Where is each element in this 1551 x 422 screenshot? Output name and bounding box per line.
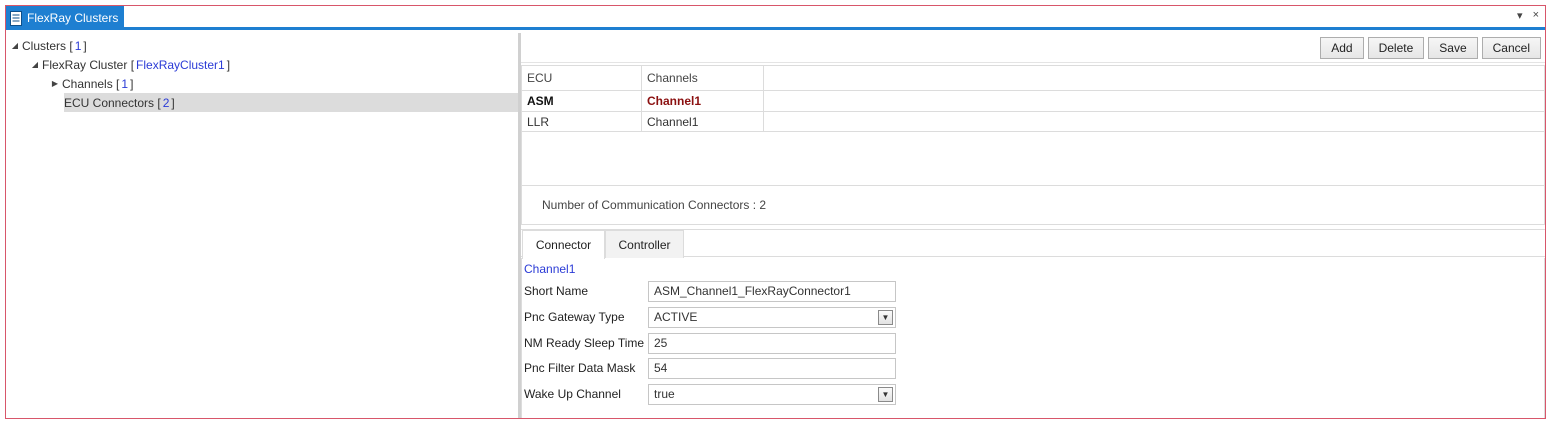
connectors-grid: ECU Channels ASM Channel1 LLR Channel1 <box>521 65 1545 187</box>
collapse-arrow-icon[interactable]: ◢ <box>28 60 42 69</box>
collapse-arrow-icon[interactable]: ◢ <box>8 41 22 50</box>
wake-up-channel-value: true <box>654 387 675 401</box>
short-name-value: ASM_Channel1_FlexRayConnector1 <box>654 284 851 298</box>
nm-ready-sleep-time-label: NM Ready Sleep Time <box>524 336 645 350</box>
cell-ecu[interactable]: LLR <box>522 112 642 131</box>
expand-arrow-icon[interactable]: ▶ <box>48 79 62 88</box>
wake-up-channel-label: Wake Up Channel <box>524 387 621 401</box>
summary-text: Number of Communication Connectors : 2 <box>542 198 767 212</box>
tree-node-bracket: ] <box>83 38 87 53</box>
close-icon[interactable]: × <box>1533 9 1539 22</box>
form-row-pnc-gateway-type: Pnc Gateway Type ACTIVE ▼ <box>524 306 896 328</box>
short-name-label: Short Name <box>524 284 589 298</box>
cell-channel[interactable]: Channel1 <box>642 91 764 111</box>
cell-filler <box>764 91 1544 111</box>
tree-node-count: 1 <box>121 76 129 91</box>
table-row[interactable]: LLR Channel1 <box>522 112 1544 132</box>
save-button[interactable]: Save <box>1428 37 1478 59</box>
details-tabs: Connector Controller <box>521 229 1545 259</box>
tree-node-channels[interactable]: ▶ Channels [ 1 ] <box>48 74 133 93</box>
form-row-nm-ready-sleep-time: NM Ready Sleep Time 25 <box>524 332 896 354</box>
table-row[interactable]: ASM Channel1 <box>522 91 1544 112</box>
pnc-gateway-type-label: Pnc Gateway Type <box>524 310 625 324</box>
pnc-gateway-type-select[interactable]: ACTIVE ▼ <box>648 306 896 328</box>
dropdown-menu-icon[interactable]: ▾ <box>1517 9 1523 22</box>
tree-node-bracket: ] <box>171 95 175 110</box>
form-row-wake-up-channel: Wake Up Channel true ▼ <box>524 383 896 405</box>
pnc-gateway-type-value: ACTIVE <box>654 310 698 324</box>
tree-node-bracket: ] <box>130 76 134 91</box>
pnc-filter-data-mask-value: 54 <box>654 361 668 375</box>
cell-filler <box>764 112 1544 131</box>
document-window: FlexRay Clusters ▾ × ◢ Clusters [ 1 ] ◢ … <box>5 5 1546 419</box>
tree-node-count: 2 <box>162 95 170 110</box>
nm-ready-sleep-time-field[interactable]: 25 <box>648 332 896 354</box>
tree-node-label: FlexRay Cluster [ <box>42 57 135 72</box>
pnc-filter-data-mask-field[interactable]: 54 <box>648 357 896 379</box>
document-tab-title: FlexRay Clusters <box>27 11 119 25</box>
chevron-down-icon[interactable]: ▼ <box>878 386 893 402</box>
window-controls: ▾ × <box>1517 9 1539 22</box>
connector-form: Channel1 Short Name ASM_Channel1_FlexRay… <box>521 258 1545 418</box>
cancel-button[interactable]: Cancel <box>1481 37 1541 59</box>
grid-header-row: ECU Channels <box>522 66 1544 91</box>
column-header-channels[interactable]: Channels <box>642 66 764 90</box>
tree-node-label: Clusters [ <box>22 38 73 53</box>
nm-ready-sleep-time-value: 25 <box>654 336 668 350</box>
short-name-field[interactable]: ASM_Channel1_FlexRayConnector1 <box>648 280 896 302</box>
toolbar: Add Delete Save Cancel <box>521 33 1545 63</box>
tree-node-label: ECU Connectors [ <box>64 95 161 110</box>
column-header-filler <box>764 66 1544 90</box>
toolbar-buttons: Add Delete Save Cancel <box>1320 37 1541 59</box>
tree-node-ecu-connectors[interactable]: ECU Connectors [ 2 ] <box>64 93 518 112</box>
tree-node-label: Channels [ <box>62 76 120 91</box>
column-header-ecu[interactable]: ECU <box>522 66 642 90</box>
cell-channel[interactable]: Channel1 <box>642 112 764 131</box>
details-panel: Add Delete Save Cancel ECU Channels ASM … <box>521 33 1545 418</box>
form-row-short-name: Short Name ASM_Channel1_FlexRayConnector… <box>524 280 896 302</box>
form-channel-header: Channel1 <box>524 262 576 276</box>
tree-node-bracket: ] <box>226 57 231 72</box>
title-bar: FlexRay Clusters ▾ × <box>6 6 1545 30</box>
document-tab[interactable]: FlexRay Clusters <box>6 6 124 30</box>
pnc-filter-data-mask-label: Pnc Filter Data Mask <box>524 361 636 375</box>
cell-ecu[interactable]: ASM <box>522 91 642 111</box>
wake-up-channel-select[interactable]: true ▼ <box>648 383 896 405</box>
tab-controller[interactable]: Controller <box>605 230 684 258</box>
tree-node-flexray-cluster[interactable]: ◢ FlexRay Cluster [ FlexRayCluster1 ] <box>28 55 230 74</box>
add-button[interactable]: Add <box>1320 37 1364 59</box>
tree-node-count: 1 <box>74 38 82 53</box>
connector-count-summary: Number of Communication Connectors : 2 <box>521 185 1545 225</box>
form-row-pnc-filter-data-mask: Pnc Filter Data Mask 54 <box>524 357 896 379</box>
chevron-down-icon[interactable]: ▼ <box>878 309 893 325</box>
tab-connector[interactable]: Connector <box>522 230 605 259</box>
cluster-tree: ◢ Clusters [ 1 ] ◢ FlexRay Cluster [ Fle… <box>6 33 518 418</box>
tree-node-cluster-name: FlexRayCluster1 <box>136 57 225 72</box>
tree-node-clusters[interactable]: ◢ Clusters [ 1 ] <box>8 36 87 55</box>
document-icon <box>10 10 22 26</box>
delete-button[interactable]: Delete <box>1367 37 1425 59</box>
